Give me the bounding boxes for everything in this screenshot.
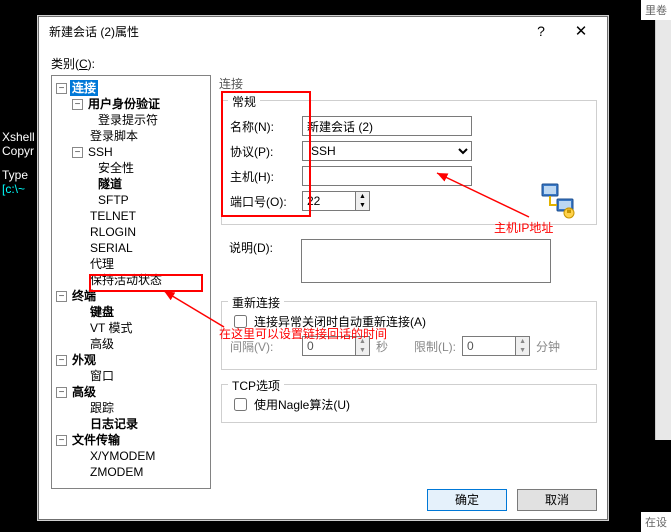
tree-connection[interactable]: −连接 (52, 80, 210, 96)
tree-login-prompt[interactable]: 登录提示符 (52, 112, 210, 128)
ok-button[interactable]: 确定 (427, 489, 507, 511)
tree-appearance[interactable]: −外观 (52, 352, 210, 368)
scrollbar[interactable] (655, 20, 671, 440)
tree-xymodem[interactable]: X/YMODEM (52, 448, 210, 464)
tree-proxy[interactable]: 代理 (52, 256, 210, 272)
tree-auth[interactable]: −用户身份验证 (52, 96, 210, 112)
tree-vt[interactable]: VT 模式 (52, 320, 210, 336)
tree-zmodem[interactable]: ZMODEM (52, 464, 210, 480)
tree-trace[interactable]: 跟踪 (52, 400, 210, 416)
tree-window[interactable]: 窗口 (52, 368, 210, 384)
auto-reconnect-checkbox[interactable]: 连接异常关闭时自动重新连接(A) (230, 312, 588, 331)
general-legend: 常规 (228, 93, 260, 110)
tree-security[interactable]: 安全性 (52, 160, 210, 176)
tree-telnet[interactable]: TELNET (52, 208, 210, 224)
cancel-button[interactable]: 取消 (517, 489, 597, 511)
name-label: 名称(N): (230, 118, 302, 135)
nagle-checkbox[interactable]: 使用Nagle算法(U) (230, 395, 588, 414)
tree-advanced2[interactable]: −高级 (52, 384, 210, 400)
host-label: 主机(H): (230, 168, 302, 185)
interval-label: 间隔(V): (230, 338, 302, 355)
tcp-group: TCP选项 使用Nagle算法(U) (221, 384, 597, 423)
tree-rlogin[interactable]: RLOGIN (52, 224, 210, 240)
tree-logging[interactable]: 日志记录 (52, 416, 210, 432)
category-label: 类别(C): (51, 55, 95, 72)
hosts-icon (539, 181, 579, 221)
tree-terminal[interactable]: −终端 (52, 288, 210, 304)
port-label: 端口号(O): (230, 193, 302, 210)
interval-spinner: ▲▼ (356, 336, 370, 356)
reconnect-group: 重新连接 连接异常关闭时自动重新连接(A) 间隔(V): ▲▼ 秒 限制(L): (221, 301, 597, 370)
tree-login-script[interactable]: 登录脚本 (52, 128, 210, 144)
close-button[interactable]: ✕ (561, 20, 601, 42)
page-heading: 连接 (219, 75, 599, 92)
tree-ssh[interactable]: −SSH (52, 144, 210, 160)
port-input[interactable] (302, 191, 356, 211)
tree-tunnel[interactable]: 隧道 (52, 176, 210, 192)
protocol-select[interactable]: SSH (302, 141, 472, 161)
dialog-title: 新建会话 (2)属性 (49, 23, 521, 40)
port-spinner[interactable]: ▲▼ (356, 191, 370, 211)
session-properties-dialog: 新建会话 (2)属性 ? ✕ 类别(C): −连接 −用户身份验证 登录提示符 … (38, 16, 608, 520)
terminal-background: Xshell Copyr Type [c:\~ (2, 130, 35, 196)
corner-label-bottom: 在设 (641, 512, 671, 532)
seconds-unit: 秒 (376, 338, 388, 355)
tree-sftp[interactable]: SFTP (52, 192, 210, 208)
corner-label-top: 里卷 (641, 0, 671, 20)
reconnect-legend: 重新连接 (228, 294, 284, 311)
description-textarea[interactable] (301, 239, 551, 283)
interval-input (302, 336, 356, 356)
tcp-legend: TCP选项 (228, 377, 284, 394)
tree-advanced[interactable]: 高级 (52, 336, 210, 352)
tree-filetransfer[interactable]: −文件传输 (52, 432, 210, 448)
tree-keyboard[interactable]: 键盘 (52, 304, 210, 320)
limit-label: 限制(L): (414, 338, 456, 355)
protocol-label: 协议(P): (230, 143, 302, 160)
limit-input (462, 336, 516, 356)
description-label: 说明(D): (229, 239, 301, 256)
category-tree[interactable]: −连接 −用户身份验证 登录提示符 登录脚本 −SSH 安全性 隧道 SFTP … (51, 75, 211, 489)
host-input[interactable] (302, 166, 472, 186)
limit-spinner: ▲▼ (516, 336, 530, 356)
tree-serial[interactable]: SERIAL (52, 240, 210, 256)
minutes-unit: 分钟 (536, 338, 560, 355)
tree-keepalive[interactable]: 保持活动状态 (52, 272, 210, 288)
name-input[interactable] (302, 116, 472, 136)
help-button[interactable]: ? (521, 20, 561, 42)
